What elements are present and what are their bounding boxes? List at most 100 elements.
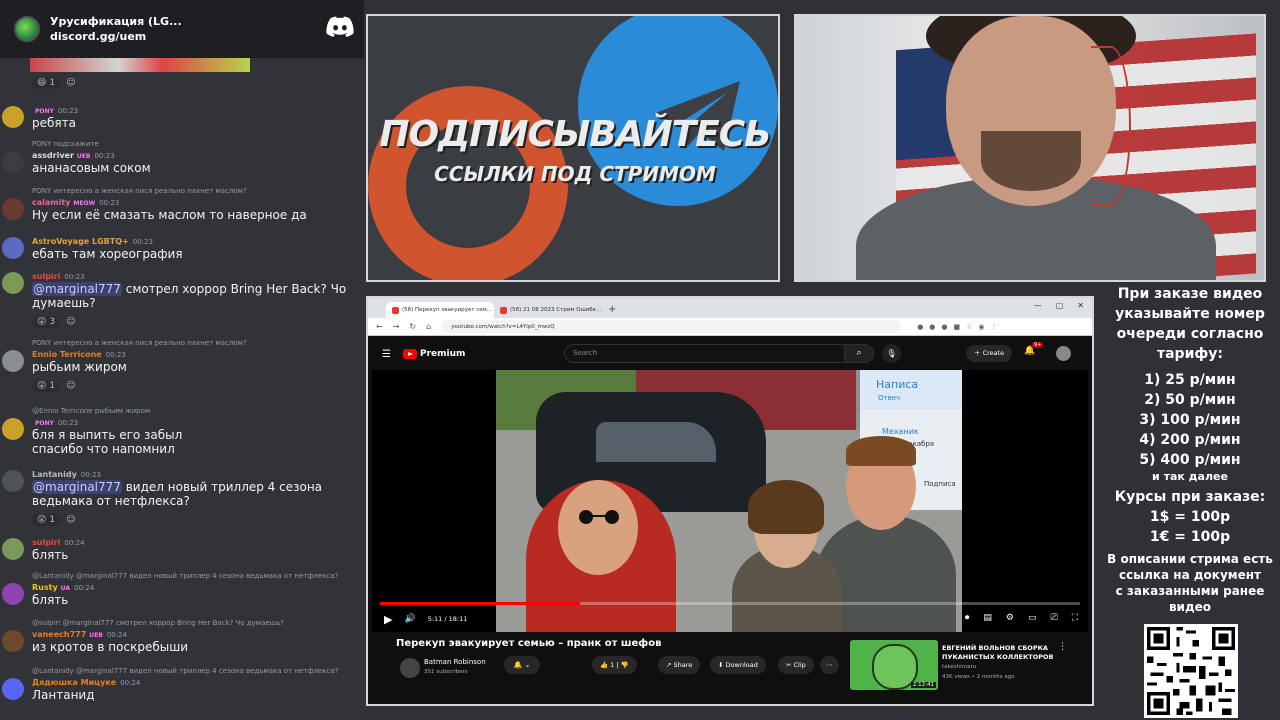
add-reaction-icon[interactable]: ☺	[66, 515, 75, 525]
username[interactable]: calamity	[32, 198, 70, 207]
user-avatar[interactable]	[2, 151, 24, 173]
reaction-pill[interactable]: 😲 3	[32, 316, 61, 328]
close-window-icon[interactable]: ✕	[1077, 301, 1084, 310]
user-mention[interactable]: @marginal777	[32, 480, 122, 494]
reply-preview[interactable]: @Ennio Terricone рыбьим жиром	[32, 407, 362, 415]
search-input[interactable]: Search	[564, 344, 864, 363]
video-player[interactable]: Написа Отвеч Механик вито с декабря Подп…	[372, 370, 1088, 632]
cast-icon[interactable]: ⎚	[1050, 613, 1057, 623]
username-line[interactable]: Rusty UA 00:24	[32, 583, 94, 592]
autoplay-toggle-icon[interactable]: ⏺	[965, 613, 970, 623]
username[interactable]: sulpiri	[32, 538, 60, 547]
reply-preview[interactable]: @Lantanidy @marginal777 видел новый трил…	[32, 667, 362, 675]
user-avatar[interactable]	[2, 630, 24, 652]
user-avatar[interactable]	[2, 272, 24, 294]
username-line[interactable]: calamity MEOW 00:23	[32, 198, 119, 207]
channel-name[interactable]: Batman Robinson	[424, 658, 486, 666]
add-reaction-icon[interactable]: ☺	[66, 381, 75, 391]
username[interactable]: Rusty	[32, 583, 58, 592]
reaction-row[interactable]: 😄 1 ☺	[32, 77, 76, 89]
user-mention[interactable]: @marginal777	[32, 282, 122, 296]
user-avatar[interactable]	[2, 678, 24, 700]
username[interactable]: vaneech777	[32, 630, 86, 639]
reaction-row[interactable]: 😲 1 ☺	[32, 380, 76, 392]
reply-preview[interactable]: @Lantanidy @marginal777 видел новый трил…	[32, 572, 362, 580]
account-avatar[interactable]	[1056, 346, 1071, 361]
download-button[interactable]: ⬇ Download	[710, 656, 766, 674]
user-avatar[interactable]	[2, 583, 24, 605]
theater-mode-icon[interactable]: ▭	[1028, 613, 1037, 623]
tab-youtube-stream[interactable]: (58) 21 08 2023 Стрим Ошибк... ✕	[494, 302, 602, 318]
reload-icon[interactable]: ↻	[409, 322, 416, 331]
reaction-pill[interactable]: 😲 1	[32, 380, 61, 392]
reply-preview[interactable]: @sulpiri @marginal777 смотрел хоррор Bri…	[32, 619, 362, 627]
user-avatar[interactable]	[2, 237, 24, 259]
reaction-pill[interactable]: 😲 1	[32, 514, 61, 526]
progress-bar[interactable]	[380, 602, 1080, 605]
reply-preview[interactable]: PONY подскажите	[32, 140, 362, 148]
username-line[interactable]: Ennio Terricone 00:23	[32, 350, 126, 359]
back-icon[interactable]: ←	[376, 322, 383, 331]
username[interactable]: Lantanidy	[32, 470, 77, 479]
play-icon[interactable]: ▶	[384, 613, 392, 626]
url-input[interactable]: youtube.com/watch?v=L4Yip0_mwzQ	[441, 320, 902, 333]
extension-icon[interactable]: ●	[929, 323, 935, 331]
tab-youtube-video[interactable]: (58) Перекуп эвакуирует сем... ✕	[386, 302, 494, 318]
extension-icon[interactable]: ●	[917, 323, 923, 331]
subtitles-icon[interactable]: ▤	[983, 613, 992, 623]
reply-preview[interactable]: PONY интересно а женская пися реально па…	[32, 187, 362, 195]
add-reaction-icon[interactable]: ☺	[66, 78, 75, 88]
username-line[interactable]: Дядюшка Мицуке 00:24	[32, 678, 140, 687]
minimize-icon[interactable]: —	[1034, 301, 1042, 310]
maximize-icon[interactable]: ▢	[1056, 301, 1064, 310]
username-line[interactable]: assdriver UEB 00:23	[32, 151, 115, 160]
search-icon[interactable]: ⌕	[844, 344, 874, 363]
like-button[interactable]: 👍 1 | 👎	[592, 656, 637, 674]
extension-icon[interactable]: ●	[941, 323, 947, 331]
share-button[interactable]: ↗ Share	[658, 656, 701, 674]
channel-avatar[interactable]	[400, 658, 420, 678]
username[interactable]: AstroVoyage LGBTQ+	[32, 237, 129, 246]
user-avatar[interactable]	[2, 198, 24, 220]
settings-gear-icon[interactable]: ⚙	[1006, 613, 1014, 623]
user-avatar[interactable]	[2, 106, 24, 128]
username-line[interactable]: vaneech777 UEB 00:24	[32, 630, 127, 639]
extension-icon[interactable]: ■	[954, 323, 961, 331]
username-line[interactable]: Lantanidy 00:23	[32, 470, 101, 479]
username-line[interactable]: AstroVoyage LGBTQ+ 00:23	[32, 237, 153, 246]
username[interactable]: sulpiri	[32, 272, 60, 281]
home-icon[interactable]: ⌂	[426, 322, 431, 331]
clip-button[interactable]: ✂ Clip	[778, 656, 814, 674]
recommended-video[interactable]: 2:12:41 ЕВГЕНИЙ ВОЛЬНОВ СБОРКА ПУКАНИСТЫ…	[850, 640, 1090, 704]
more-actions-icon[interactable]: ⋯	[820, 656, 839, 674]
username-line[interactable]: sulpiri 00:23	[32, 272, 85, 281]
bookmark-star-icon[interactable]: ☆	[966, 323, 972, 331]
add-reaction-icon[interactable]: ☺	[66, 317, 75, 327]
volume-icon[interactable]: 🔊	[404, 614, 415, 624]
reaction-row[interactable]: 😲 3 ☺	[32, 316, 76, 328]
youtube-logo[interactable]: Premium	[402, 349, 465, 359]
more-options-icon[interactable]: ⋮	[1058, 642, 1067, 652]
microphone-icon[interactable]: 🎙	[882, 344, 901, 363]
create-button[interactable]: ＋ Create	[966, 345, 1013, 362]
username[interactable]: Дядюшка Мицуке	[32, 678, 116, 687]
fullscreen-icon[interactable]: ⛶	[1072, 613, 1078, 623]
subscribed-bell-button[interactable]: 🔔 ⌄	[504, 656, 540, 674]
username[interactable]: assdriver	[32, 151, 74, 160]
user-avatar[interactable]	[2, 418, 24, 440]
menu-dots-icon[interactable]: ⋮	[991, 323, 998, 331]
username-line[interactable]: PONY 00:23	[32, 418, 78, 427]
forward-icon[interactable]: →	[393, 322, 400, 331]
username[interactable]: Ennio Terricone	[32, 350, 102, 359]
username-line[interactable]: sulpiri 00:24	[32, 538, 85, 547]
user-avatar[interactable]	[2, 538, 24, 560]
profile-icon[interactable]: ◉	[978, 323, 984, 331]
user-avatar[interactable]	[2, 350, 24, 372]
reply-preview[interactable]: PONY интересно а женская пися реально па…	[32, 339, 362, 347]
reaction-row[interactable]: 😲 1 ☺	[32, 514, 76, 526]
new-tab-icon[interactable]: +	[608, 302, 616, 318]
hamburger-menu-icon[interactable]: ☰	[382, 349, 391, 360]
user-avatar[interactable]	[2, 470, 24, 492]
username-line[interactable]: PONY 00:23	[32, 106, 78, 115]
reaction-pill[interactable]: 😄 1	[32, 77, 61, 89]
